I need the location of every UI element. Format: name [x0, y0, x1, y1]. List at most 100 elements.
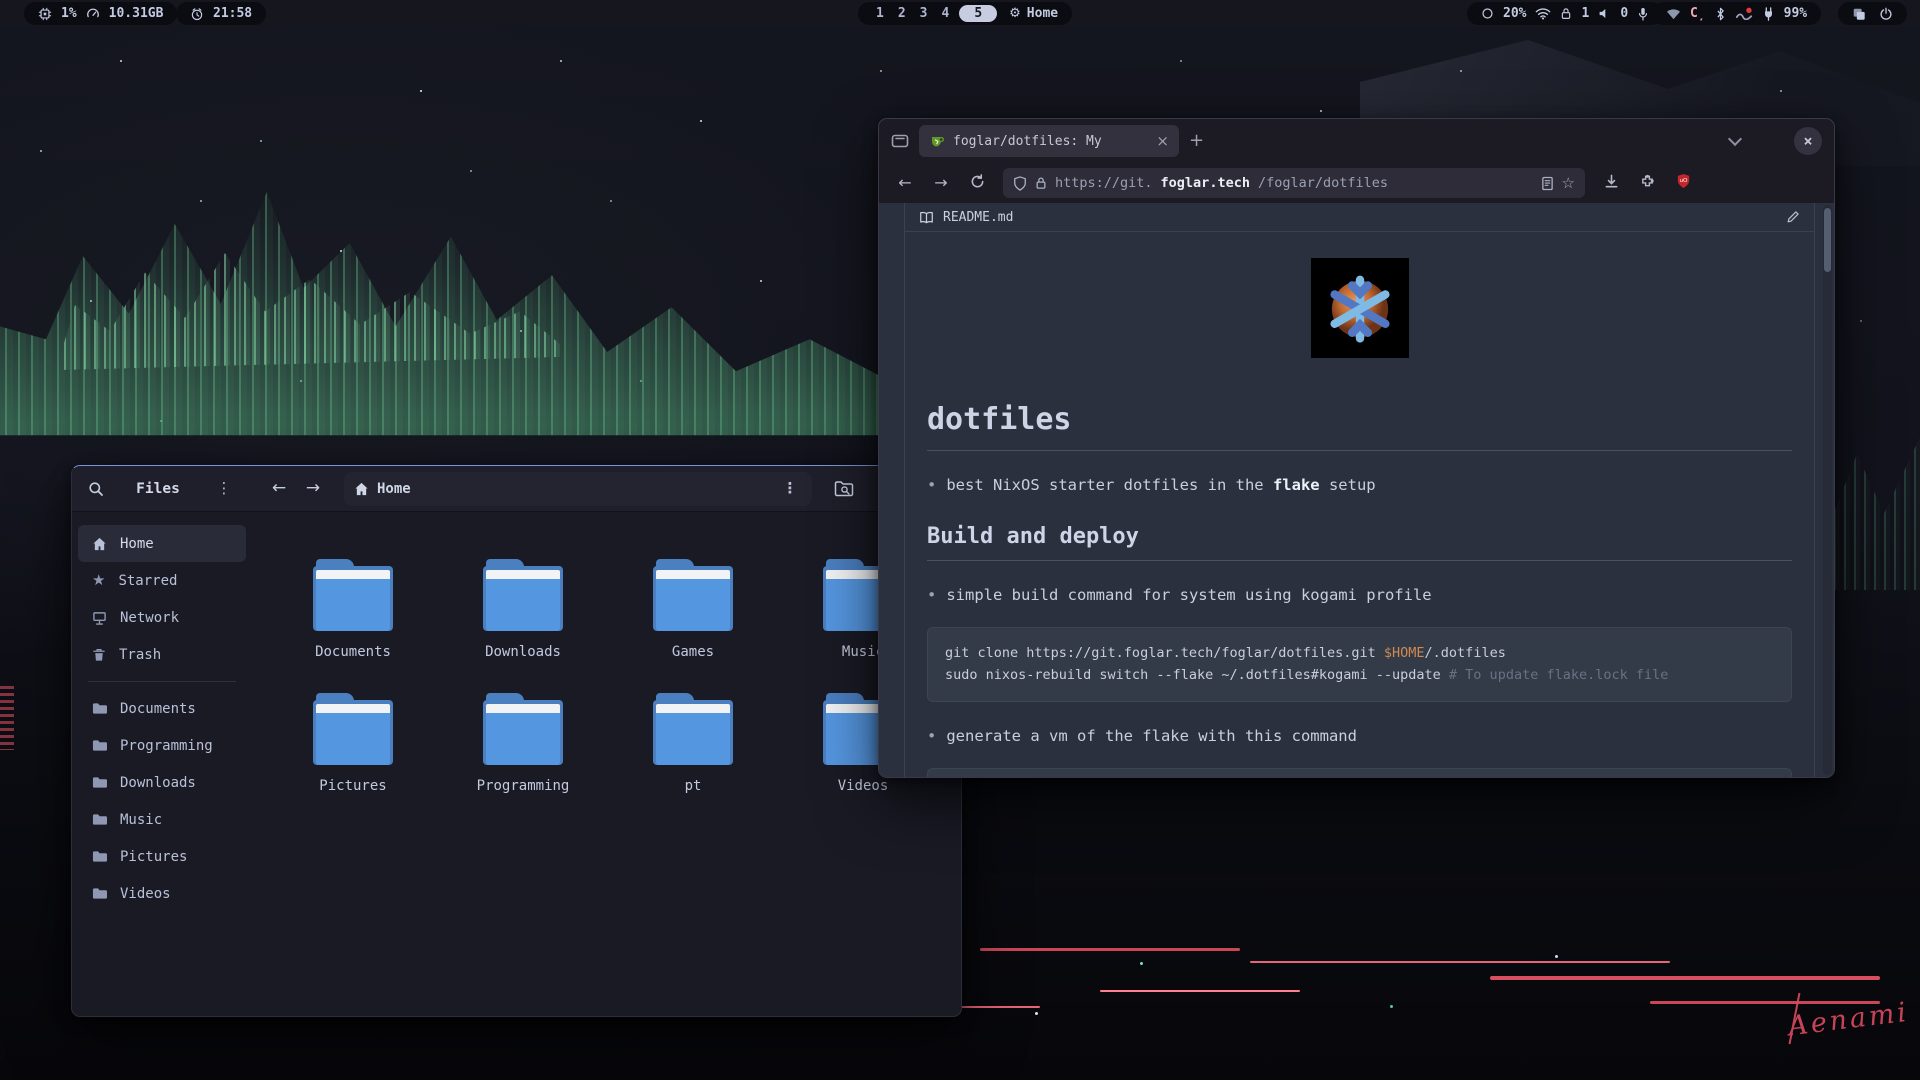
- sidebar-item-starred[interactable]: ★ Starred: [78, 562, 246, 599]
- tab-close-icon[interactable]: ×: [1156, 134, 1169, 149]
- reload-icon[interactable]: [961, 174, 993, 193]
- sidebar-item-pictures[interactable]: Pictures: [78, 838, 246, 875]
- sidebar-item-network[interactable]: Network: [78, 599, 246, 636]
- tray-pill: C̦ 99%: [1652, 2, 1821, 25]
- wifi-icon[interactable]: [1535, 7, 1551, 20]
- list-tabs-chevron-icon[interactable]: [1728, 132, 1742, 146]
- bluetooth-icon[interactable]: [1715, 7, 1726, 21]
- folder-icon: [483, 559, 563, 631]
- wallpaper-aurora-right: [1830, 420, 1920, 590]
- sidebar-item-programming[interactable]: Programming: [78, 727, 246, 764]
- page-content: README.md: [879, 203, 1834, 777]
- scrollbar[interactable]: [1823, 205, 1832, 775]
- workspace-3[interactable]: 3: [916, 6, 932, 21]
- sidebar-item-videos[interactable]: Videos: [78, 875, 246, 912]
- home-icon: [92, 537, 107, 551]
- sidebar-item-trash[interactable]: Trash: [78, 636, 246, 673]
- sidebar-item-label: Programming: [120, 738, 213, 754]
- reader-view-icon[interactable]: [1541, 176, 1554, 191]
- folder-icon: [92, 776, 107, 789]
- shield-icon[interactable]: [1013, 176, 1027, 191]
- sidebar-item-home[interactable]: Home: [78, 525, 246, 562]
- sidebar-item-label: Trash: [119, 647, 161, 663]
- microphone-icon[interactable]: [1637, 7, 1649, 21]
- folder-item-programming[interactable]: Programming: [438, 693, 608, 795]
- folder-icon: [313, 693, 393, 765]
- workspace-2[interactable]: 2: [894, 6, 910, 21]
- url-bar[interactable]: https://git.foglar.tech/foglar/dotfiles …: [1003, 168, 1585, 198]
- workspace-mode-label: Home: [1027, 6, 1058, 21]
- path-bar[interactable]: Home ⋮: [344, 472, 812, 506]
- workspace-5-active[interactable]: 5: [959, 5, 997, 22]
- sidebar-item-label: Downloads: [120, 775, 196, 791]
- speaker-icon[interactable]: [1598, 7, 1611, 20]
- window-close-button[interactable]: ×: [1794, 127, 1822, 155]
- volume-level: 0: [1620, 6, 1628, 21]
- forward-button[interactable]: →: [296, 480, 330, 497]
- browser-window: foglar/dotfiles: My × + × ← → https://gi…: [878, 118, 1835, 778]
- star-icon: ★: [92, 573, 105, 588]
- folder-label: Videos: [838, 778, 889, 794]
- ublock-origin-icon[interactable]: uO: [1667, 173, 1699, 193]
- firefox-view-icon[interactable]: [891, 133, 909, 149]
- wallpaper-streak: [1100, 990, 1300, 992]
- padlock-icon[interactable]: [1035, 176, 1047, 190]
- app-title: Files: [104, 481, 212, 497]
- sidebar-item-documents[interactable]: Documents: [78, 690, 246, 727]
- search-icon[interactable]: [88, 481, 104, 497]
- folder-item-downloads[interactable]: Downloads: [438, 559, 608, 661]
- folder-label: pt: [685, 778, 702, 794]
- power-plug-icon: [1762, 7, 1775, 21]
- files-headerbar: Files ⋮ ← → Home ⋮ ⋮: [72, 466, 961, 512]
- lock-icon: [1560, 7, 1572, 20]
- downloads-icon[interactable]: [1595, 174, 1627, 193]
- folder-search-icon[interactable]: [834, 480, 854, 497]
- folder-item-games[interactable]: Games: [608, 559, 778, 661]
- forward-button[interactable]: →: [925, 175, 957, 191]
- folder-label: Pictures: [319, 778, 386, 794]
- sidebar-item-music[interactable]: Music: [78, 801, 246, 838]
- back-button[interactable]: ←: [889, 175, 921, 191]
- brightness-level: 20%: [1503, 6, 1526, 21]
- power-button-icon[interactable]: [1879, 7, 1893, 21]
- folder-icon: [313, 559, 393, 631]
- browser-tab[interactable]: foglar/dotfiles: My ×: [919, 125, 1179, 157]
- workspace-1[interactable]: 1: [872, 6, 888, 21]
- new-tab-button[interactable]: +: [1189, 132, 1204, 150]
- folder-item-pictures[interactable]: Pictures: [268, 693, 438, 795]
- sidebar-item-downloads[interactable]: Downloads: [78, 764, 246, 801]
- bookmark-star-icon[interactable]: ☆: [1562, 176, 1575, 191]
- breadcrumb: Home: [377, 481, 411, 497]
- clock-time: 21:58: [213, 6, 252, 21]
- path-menu-kebab[interactable]: ⋮: [778, 481, 802, 496]
- tray-app-icon[interactable]: C̦: [1690, 6, 1706, 21]
- folder-item-documents[interactable]: Documents: [268, 559, 438, 661]
- back-button[interactable]: ←: [262, 480, 296, 497]
- network-tray-icon[interactable]: [1666, 8, 1681, 20]
- folder-item-pt[interactable]: pt: [608, 693, 778, 795]
- url-path: /foglar/dotfiles: [1258, 175, 1388, 191]
- app-menu-kebab[interactable]: ⋮: [212, 481, 236, 496]
- scrollbar-thumb[interactable]: [1824, 208, 1831, 272]
- readme-bullet-vm: generate a vm of the flake with this com…: [927, 727, 1792, 745]
- wallpaper-streak: [1490, 976, 1880, 980]
- top-status-bar: 1% 10.31GB 21:58 1 2 3 4 5 ⚙ Home 20% 1 …: [0, 0, 1920, 27]
- workspace-4[interactable]: 4: [937, 6, 953, 21]
- edit-pencil-icon[interactable]: [1786, 210, 1800, 224]
- code-block-clone[interactable]: git clone https://git.foglar.tech/foglar…: [927, 627, 1792, 702]
- notification-tray-icon[interactable]: [1735, 7, 1753, 20]
- extensions-puzzle-icon[interactable]: [1631, 174, 1663, 193]
- svg-text:uO: uO: [1679, 178, 1688, 184]
- book-icon: [919, 211, 934, 224]
- sidebar-item-label: Starred: [118, 573, 177, 589]
- clipboard-copy-icon[interactable]: [1852, 7, 1866, 21]
- sidebar-item-label: Pictures: [120, 849, 187, 865]
- sidebar-item-label: Music: [120, 812, 162, 828]
- readme-card: README.md: [904, 203, 1815, 777]
- sidebar-item-label: Network: [120, 610, 179, 626]
- cpu-icon: [38, 7, 52, 21]
- code-block-generators[interactable]: nix run github:nix-community/nixos-gener…: [927, 768, 1792, 777]
- folder-label: Programming: [477, 778, 570, 794]
- files-window: Files ⋮ ← → Home ⋮ ⋮ Home ★ Starred Netw: [71, 465, 962, 1017]
- browser-toolbar: ← → https://git.foglar.tech/foglar/dotfi…: [879, 163, 1834, 203]
